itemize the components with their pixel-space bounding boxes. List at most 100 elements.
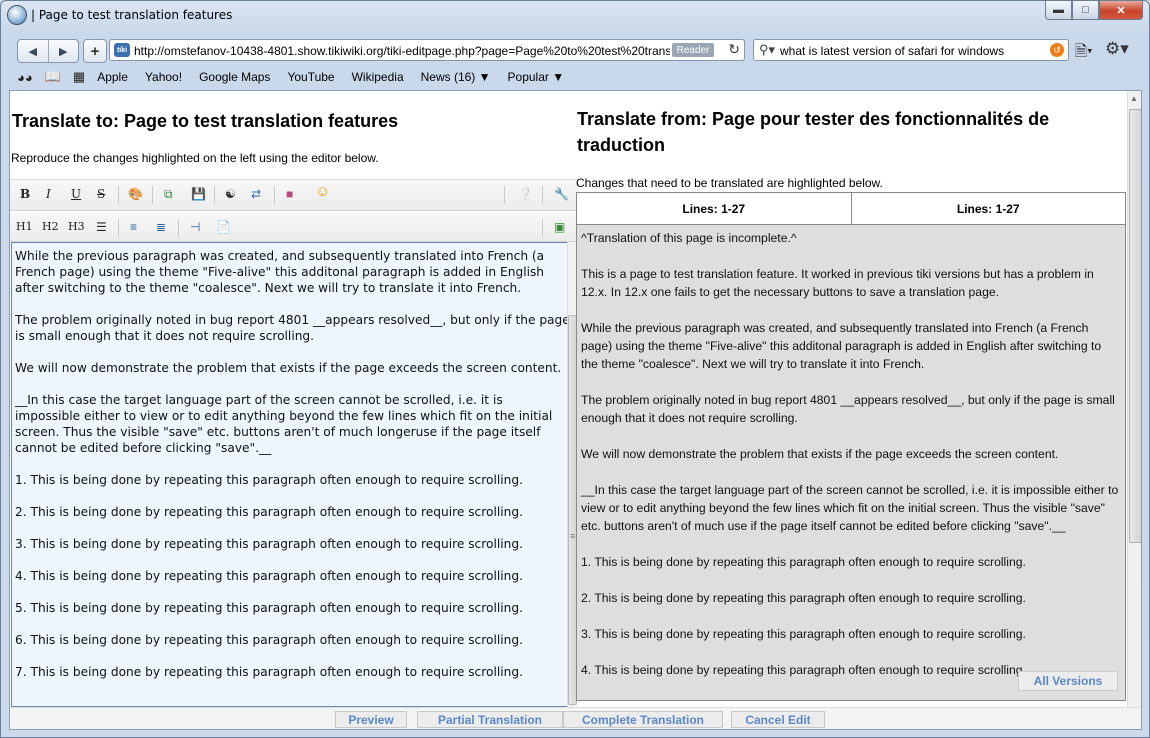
toolbar-separator bbox=[274, 186, 275, 204]
search-clear-icon[interactable]: ↺ bbox=[1050, 43, 1064, 57]
bookmark-popular[interactable]: Popular ▼ bbox=[508, 70, 565, 84]
bullet-list-icon[interactable]: ≡ bbox=[130, 220, 137, 234]
translate-from-description: Changes that need to be translated are h… bbox=[576, 176, 883, 190]
editor-paragraph[interactable]: While the previous paragraph was created… bbox=[15, 248, 570, 296]
find-replace-icon[interactable]: ⇄ bbox=[251, 187, 261, 201]
diff-paragraph: While the previous paragraph was created… bbox=[581, 321, 1102, 371]
diff-paragraph: 3. This is being done by repeating this … bbox=[581, 627, 1026, 641]
diff-paragraph: ^Translation of this page is incomplete.… bbox=[581, 231, 797, 245]
diff-paragraph: The problem originally noted in bug repo… bbox=[581, 393, 1115, 425]
bookmarks-bar: ◕◕ 📖 ▦ Apple Yahoo! Google Maps YouTube … bbox=[17, 67, 581, 87]
add-bookmark-icon[interactable]: + bbox=[83, 39, 107, 63]
translate-to-description: Reproduce the changes highlighted on the… bbox=[11, 151, 379, 165]
editor-paragraph[interactable]: __In this case the target language part … bbox=[15, 392, 570, 456]
diff-paragraph: 2. This is being done by repeating this … bbox=[581, 591, 1026, 605]
diff-paragraph: 1. This is being done by repeating this … bbox=[581, 555, 1026, 569]
strikethrough-button[interactable]: S bbox=[97, 187, 105, 201]
complete-translation-button[interactable]: Complete Translation bbox=[563, 711, 723, 728]
search-box[interactable]: ⚲▾ what is latest version of safari for … bbox=[753, 39, 1069, 61]
bookmark-youtube[interactable]: YouTube bbox=[287, 70, 334, 84]
save-disk-icon[interactable]: 💾 bbox=[191, 187, 206, 201]
maximize-icon[interactable]: □ bbox=[1072, 1, 1099, 20]
copy-icon[interactable]: ⧉ bbox=[164, 187, 173, 201]
minimize-icon[interactable]: ▬ bbox=[1045, 1, 1072, 20]
diff-content: ^Translation of this page is incomplete.… bbox=[577, 225, 1125, 700]
button-bar: Preview Partial Translation Complete Tra… bbox=[10, 707, 1141, 729]
editor-paragraph[interactable]: The problem originally noted in bug repo… bbox=[15, 312, 570, 344]
align-center-icon[interactable]: ☰ bbox=[96, 220, 107, 234]
editor-toolbar-1: B I U S 🎨 ⧉ 💾 ☯ ⇄ ■ ☺ ❔ 🔧 bbox=[10, 179, 578, 211]
translate-from-heading: Translate from: Page pour tester des fon… bbox=[577, 109, 1050, 155]
bookmark-news[interactable]: News (16) ▼ bbox=[421, 70, 491, 84]
diff-paragraph: This is a page to test translation featu… bbox=[581, 267, 1094, 299]
editor-toolbar-2: H1 H2 H3 ☰ ≡ ≣ ⊣ 📄 ▣ bbox=[10, 213, 578, 242]
fullscreen-icon[interactable]: ▣ bbox=[554, 220, 565, 234]
bookmark-apple[interactable]: Apple bbox=[97, 70, 128, 84]
reading-list-icon[interactable]: ◕◕ bbox=[17, 70, 33, 85]
toolbar-separator bbox=[178, 219, 179, 237]
page-scrollbar-thumb[interactable] bbox=[1129, 109, 1141, 543]
address-bar[interactable]: tiki http://omstefanov-10438-4801.show.t… bbox=[109, 39, 745, 61]
toolbar-separator bbox=[118, 186, 119, 204]
page-document-icon[interactable]: 📄 bbox=[216, 220, 231, 234]
bookmark-wikipedia[interactable]: Wikipedia bbox=[352, 70, 404, 84]
reload-icon[interactable]: ↻ bbox=[728, 41, 740, 58]
editor-paragraph[interactable]: We will now demonstrate the problem that… bbox=[15, 360, 570, 376]
all-versions-button[interactable]: All Versions bbox=[1018, 671, 1118, 691]
browser-window: | Page to test translation features ▬ □ … bbox=[0, 0, 1150, 738]
editor-paragraph[interactable]: 6. This is being done by repeating this … bbox=[15, 632, 570, 648]
page-menu-icon[interactable]: 🗎▾ bbox=[1075, 41, 1093, 66]
url-text[interactable]: http://omstefanov-10438-4801.show.tikiwi… bbox=[134, 44, 670, 58]
search-icon: ⚲▾ bbox=[759, 42, 776, 57]
toolbar-separator bbox=[504, 186, 505, 204]
splitter-grip-icon[interactable]: ≡ bbox=[570, 531, 575, 541]
toolbar-separator bbox=[152, 186, 153, 204]
color-palette-icon[interactable]: 🎨 bbox=[128, 187, 143, 201]
heading-3-button[interactable]: H3 bbox=[68, 220, 85, 234]
bookmark-yahoo[interactable]: Yahoo! bbox=[145, 70, 182, 84]
diff-text: ^Translation of this page is incomplete.… bbox=[581, 229, 1121, 697]
smiley-icon[interactable]: ☺ bbox=[315, 184, 330, 199]
diff-paragraph: We will now demonstrate the problem that… bbox=[581, 447, 1059, 461]
editor-text[interactable]: While the previous paragraph was created… bbox=[15, 248, 570, 696]
toolbar-separator bbox=[542, 186, 543, 204]
find-binoculars-icon[interactable]: ☯ bbox=[225, 187, 236, 201]
bookmarks-book-icon[interactable]: 📖 bbox=[45, 69, 61, 85]
navigation-bar: ◀ ▶ + tiki http://omstefanov-10438-4801.… bbox=[9, 35, 1142, 65]
italic-button[interactable]: I bbox=[46, 187, 51, 201]
partial-translation-button[interactable]: Partial Translation bbox=[417, 711, 563, 728]
preview-button[interactable]: Preview bbox=[335, 711, 407, 728]
translation-editor[interactable]: While the previous paragraph was created… bbox=[11, 242, 577, 707]
tiki-favicon-icon: tiki bbox=[114, 43, 130, 57]
heading-2-button[interactable]: H2 bbox=[42, 220, 59, 234]
gear-icon[interactable]: ⚙▾ bbox=[1105, 39, 1129, 59]
toolbar-separator bbox=[542, 219, 543, 237]
top-sites-grid-icon[interactable]: ▦ bbox=[73, 69, 85, 85]
back-arrow-icon[interactable]: ◀ bbox=[18, 40, 49, 62]
editor-paragraph[interactable]: 4. This is being done by repeating this … bbox=[15, 568, 570, 584]
heading-1-button[interactable]: H1 bbox=[16, 220, 33, 234]
forward-arrow-icon[interactable]: ▶ bbox=[49, 40, 79, 62]
editor-paragraph[interactable]: 1. This is being done by repeating this … bbox=[15, 472, 570, 488]
underline-button[interactable]: U bbox=[71, 187, 81, 201]
search-input[interactable]: what is latest version of safari for win… bbox=[780, 44, 1004, 58]
safari-app-icon[interactable] bbox=[7, 5, 27, 25]
plugin-cube-icon[interactable]: ■ bbox=[286, 187, 293, 201]
reader-button[interactable]: Reader bbox=[672, 43, 714, 57]
editor-paragraph[interactable]: 7. This is being done by repeating this … bbox=[15, 664, 570, 680]
numbered-list-icon[interactable]: ≣ bbox=[156, 220, 166, 234]
editor-paragraph[interactable]: 3. This is being done by repeating this … bbox=[15, 536, 570, 552]
bookmark-google-maps[interactable]: Google Maps bbox=[199, 70, 270, 84]
editor-paragraph[interactable]: 2. This is being done by repeating this … bbox=[15, 504, 570, 520]
toolbar-separator bbox=[118, 219, 119, 237]
back-forward-buttons: ◀ ▶ bbox=[17, 39, 79, 63]
horizontal-rule-icon[interactable]: ⊣ bbox=[190, 220, 200, 234]
editor-paragraph[interactable]: 5. This is being done by repeating this … bbox=[15, 600, 570, 616]
close-icon[interactable]: ✕ bbox=[1099, 1, 1143, 20]
admin-wrench-icon[interactable]: 🔧 bbox=[554, 187, 569, 201]
bold-button[interactable]: B bbox=[20, 187, 30, 201]
help-icon[interactable]: ❔ bbox=[518, 187, 533, 201]
cancel-edit-button[interactable]: Cancel Edit bbox=[731, 711, 825, 728]
scroll-up-arrow-icon[interactable]: ▲ bbox=[1130, 94, 1138, 103]
diff-table: Lines: 1-27 Lines: 1-27 ^Translation of … bbox=[576, 192, 1126, 701]
